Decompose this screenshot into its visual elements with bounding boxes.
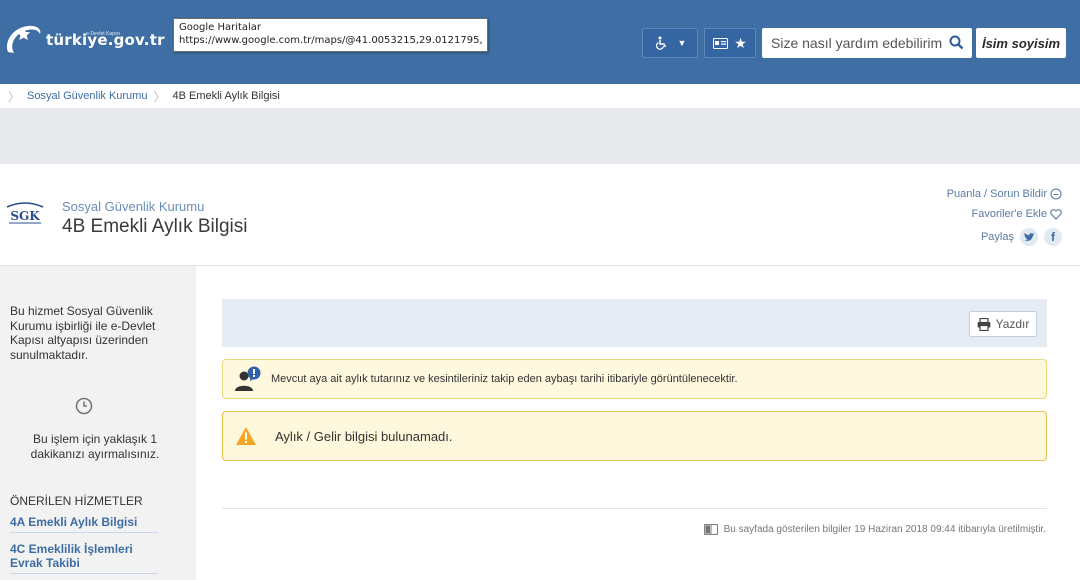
gray-band (0, 108, 1080, 164)
sgk-logo: SGK (6, 202, 44, 224)
breadcrumb: 〉 Sosyal Güvenlik Kurumu 〉 4B Emekli Ayl… (0, 84, 1080, 108)
warning-alert: Aylık / Gelir bilgisi bulunamadı. (222, 411, 1047, 461)
service-actions: Puanla / Sorun Bildir Favoriler'e Ekle P… (947, 184, 1062, 247)
generated-at-text: Bu sayfada gösterilen bilgiler 19 Hazira… (723, 524, 1046, 535)
warning-message: Aylık / Gelir bilgisi bulunamadı. (275, 428, 453, 444)
duration-note: Bu işlem için yaklaşık 1 dakikanızı ayır… (30, 432, 160, 461)
info-message: Mevcut aya ait aylık tutarınız ve kesint… (271, 373, 738, 385)
logo-swoosh-icon (6, 25, 41, 53)
search-box (762, 28, 972, 58)
breadcrumb-current: 4B Emekli Aylık Bilgisi (172, 90, 280, 102)
tooltip-url: https://www.google.com.tr/maps/@41.00532… (179, 35, 482, 46)
rate-link[interactable]: Puanla / Sorun Bildir (947, 184, 1062, 204)
star-icon: ★ (734, 34, 747, 51)
share-row: Paylaş f (947, 227, 1062, 247)
top-header: türkiye.gov.tr e-Devlet Kapısı Google Ha… (0, 0, 1080, 84)
favorites-button[interactable]: ★ (704, 28, 756, 58)
suggested-service-4c[interactable]: 4C Emeklilik İşlemleri Evrak Takibi (10, 542, 158, 574)
suggested-services-heading: ÖNERİLEN HİZMETLER (10, 494, 143, 508)
logo-subtext: e-Devlet Kapısı (86, 31, 121, 37)
service-title-area: SGK Sosyal Güvenlik Kurumu 4B Emekli Ayl… (0, 164, 1080, 266)
content-toolbar: Yazdır (222, 299, 1047, 347)
favorite-label: Favoriler'e Ekle (971, 208, 1047, 220)
tooltip-title: Google Haritalar (179, 22, 262, 33)
login-button[interactable]: İsim soyisim (976, 28, 1066, 58)
facebook-icon[interactable]: f (1044, 228, 1062, 246)
generated-at-note: Bu sayfada gösterilen bilgiler 19 Hazira… (703, 524, 1046, 535)
print-label: Yazdır (995, 317, 1030, 331)
favorite-link[interactable]: Favoriler'e Ekle (947, 204, 1062, 224)
link-tooltip: Google Haritalar https://www.google.com.… (173, 18, 488, 52)
institution-name[interactable]: Sosyal Güvenlik Kurumu (62, 199, 204, 214)
printer-icon (977, 317, 990, 331)
book-icon (703, 524, 718, 535)
turkiye-gov-logo[interactable]: türkiye.gov.tr (2, 20, 165, 60)
twitter-icon[interactable] (1020, 228, 1038, 246)
warning-icon (236, 427, 256, 445)
info-alert: Mevcut aya ait aylık tutarınız ve kesint… (222, 359, 1047, 399)
breadcrumb-separator: 〉 (8, 89, 21, 104)
breadcrumb-link-institution[interactable]: Sosyal Güvenlik Kurumu (27, 90, 147, 102)
clock-icon (75, 397, 93, 415)
id-card-icon (713, 37, 729, 49)
search-icon[interactable] (949, 35, 964, 50)
share-label: Paylaş (980, 231, 1014, 243)
service-provider-note: Bu hizmet Sosyal Güvenlik Kurumu işbirli… (10, 304, 156, 362)
accessibility-button[interactable]: ▼ (642, 28, 698, 58)
wheelchair-icon (655, 36, 666, 50)
breadcrumb-separator: 〉 (153, 89, 166, 104)
sidebar: Bu hizmet Sosyal Güvenlik Kurumu işbirli… (0, 266, 196, 580)
sgk-logo-text: SGK (10, 209, 40, 223)
comment-icon (1050, 188, 1062, 200)
chevron-down-icon: ▼ (677, 38, 687, 48)
user-alert-icon (235, 366, 261, 391)
print-button[interactable]: Yazdır (969, 311, 1037, 337)
heart-icon (1050, 208, 1062, 220)
divider (222, 508, 1047, 509)
rate-label: Puanla / Sorun Bildir (946, 188, 1047, 200)
page-title: 4B Emekli Aylık Bilgisi (62, 216, 248, 237)
suggested-service-4a[interactable]: 4A Emekli Aylık Bilgisi (10, 515, 158, 533)
search-input[interactable] (762, 35, 942, 51)
